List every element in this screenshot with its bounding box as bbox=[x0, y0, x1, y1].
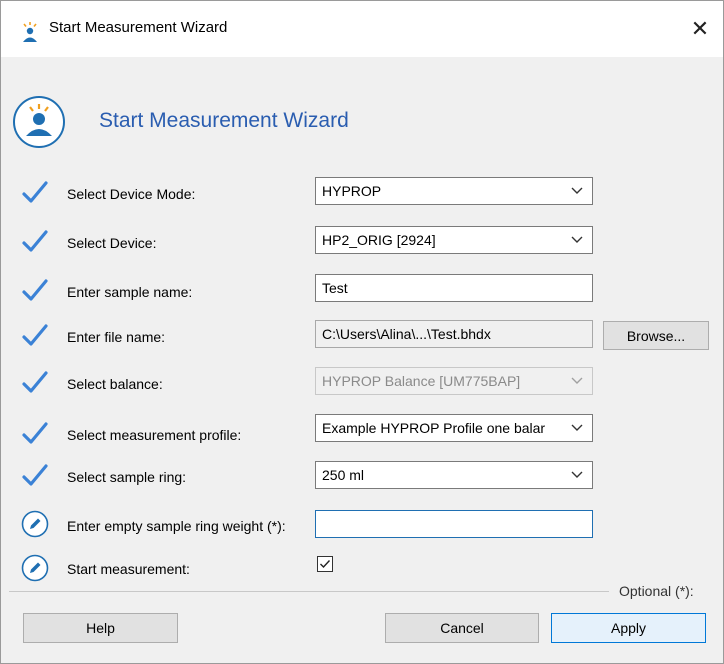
label-device: Select Device: bbox=[67, 235, 157, 251]
person-signal-icon bbox=[23, 22, 37, 42]
label-ring-weight: Enter empty sample ring weight (*): bbox=[67, 518, 286, 534]
sample-name-input[interactable]: Test bbox=[315, 274, 593, 302]
checkmark-icon bbox=[22, 230, 48, 252]
close-icon: ✕ bbox=[690, 16, 710, 41]
start-measurement-checkbox[interactable] bbox=[317, 556, 333, 572]
checkmark-icon bbox=[22, 181, 48, 203]
label-balance: Select balance: bbox=[67, 376, 163, 392]
device-select[interactable]: HP2_ORIG [2924] bbox=[315, 226, 593, 254]
label-file-name: Enter file name: bbox=[67, 329, 166, 345]
chevron-down-icon bbox=[568, 419, 586, 437]
checkmark-icon bbox=[22, 464, 48, 486]
checkmark-icon bbox=[22, 371, 48, 393]
optional-note: Optional (*): bbox=[619, 583, 694, 599]
window-title: Start Measurement Wizard bbox=[49, 19, 228, 36]
separator bbox=[9, 591, 609, 592]
chevron-down-icon bbox=[568, 182, 586, 200]
label-measurement-profile: Select measurement profile: bbox=[67, 427, 242, 443]
checkmark-icon bbox=[22, 422, 48, 444]
wizard-heading: Start Measurement Wizard bbox=[99, 109, 349, 132]
ring-weight-input[interactable] bbox=[315, 510, 593, 538]
chevron-down-icon bbox=[568, 466, 586, 484]
label-sample-name: Enter sample name: bbox=[67, 284, 193, 300]
apply-button[interactable]: Apply bbox=[551, 613, 706, 643]
file-name-field[interactable]: C:\Users\Alina\...\Test.bhdx bbox=[315, 320, 593, 348]
browse-button[interactable]: Browse... bbox=[603, 321, 709, 350]
close-button[interactable]: ✕ bbox=[677, 7, 723, 51]
sample-ring-select[interactable]: 250 ml bbox=[315, 461, 593, 489]
checkbox-check-icon bbox=[320, 560, 331, 569]
label-sample-ring: Select sample ring: bbox=[67, 469, 187, 485]
wizard-window: Start Measurement Wizard ✕ Start Measure… bbox=[0, 0, 724, 664]
header-person-icon bbox=[13, 96, 65, 148]
label-device-mode: Select Device Mode: bbox=[67, 186, 196, 202]
chevron-down-icon bbox=[568, 372, 586, 390]
measurement-profile-select[interactable]: Example HYPROP Profile one balar bbox=[315, 414, 593, 442]
checkmark-icon bbox=[22, 324, 48, 346]
help-button[interactable]: Help bbox=[23, 613, 178, 643]
chevron-down-icon bbox=[568, 231, 586, 249]
title-bar: Start Measurement Wizard ✕ bbox=[1, 1, 723, 57]
device-mode-select[interactable]: HYPROP bbox=[315, 177, 593, 205]
cancel-button[interactable]: Cancel bbox=[385, 613, 539, 643]
checkmark-icon bbox=[22, 279, 48, 301]
pencil-icon bbox=[21, 554, 49, 582]
balance-select: HYPROP Balance [UM775BAP] bbox=[315, 367, 593, 395]
label-start-measurement: Start measurement: bbox=[67, 561, 190, 577]
pencil-icon bbox=[21, 510, 49, 538]
